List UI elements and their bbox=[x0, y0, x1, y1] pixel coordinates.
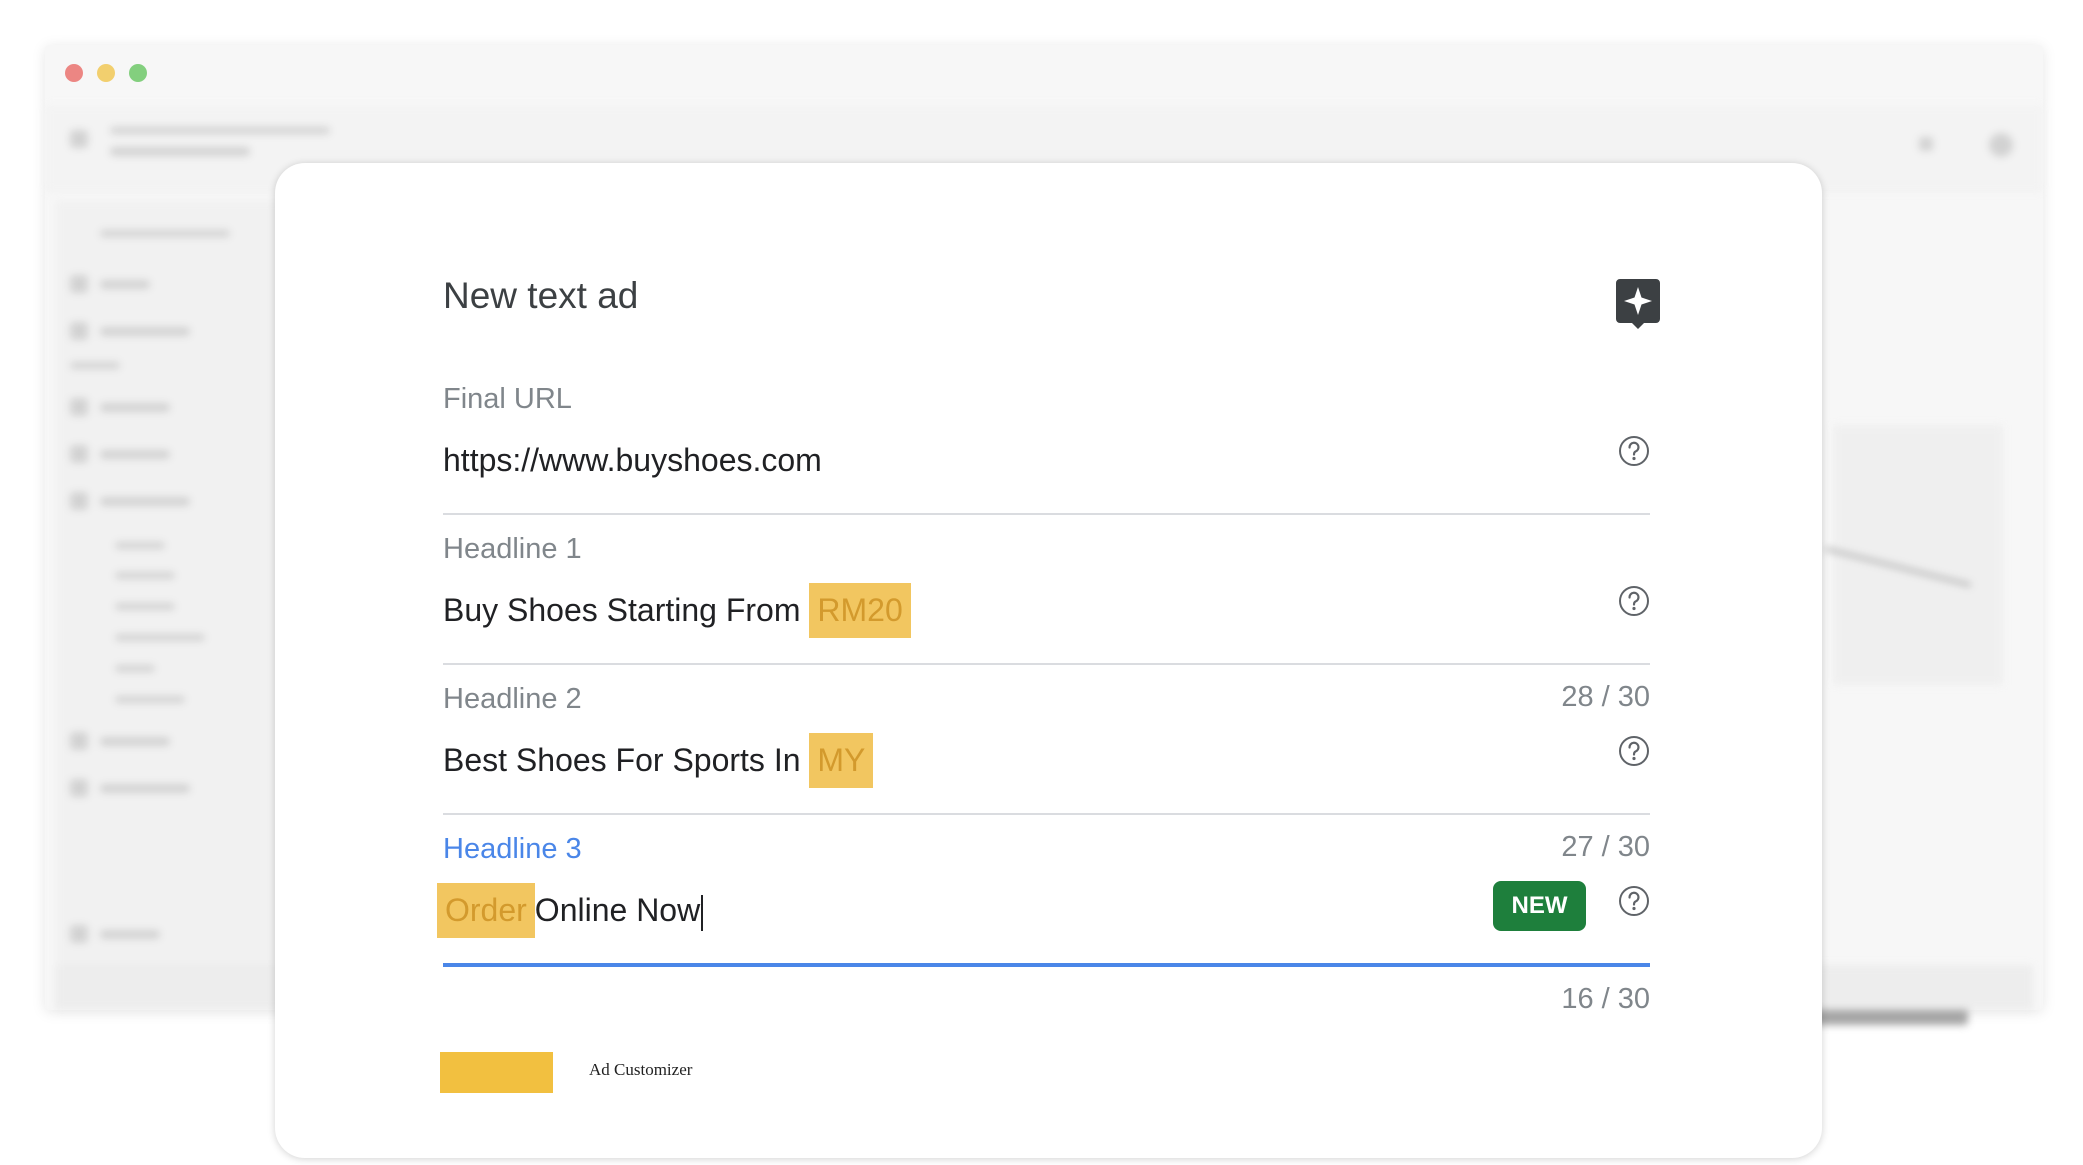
headline-1-input[interactable]: Buy Shoes Starting From RM20 bbox=[443, 583, 911, 638]
background-nav-item bbox=[100, 327, 190, 336]
final-url-input[interactable]: https://www.buyshoes.com bbox=[443, 433, 822, 488]
headline-3-input[interactable]: Order Online Now bbox=[437, 883, 704, 938]
headline-2-text: Best Shoes For Sports In bbox=[443, 742, 810, 778]
window-minimize-button[interactable] bbox=[97, 64, 115, 82]
background-nav-icon bbox=[70, 322, 88, 340]
background-nav-icon bbox=[70, 732, 88, 750]
background-nav-icon bbox=[70, 398, 88, 416]
background-bell-icon bbox=[1919, 137, 1933, 151]
background-nav-icon bbox=[70, 492, 88, 510]
background-nav-subitem bbox=[115, 696, 185, 703]
headline-2-underline bbox=[443, 813, 1650, 815]
final-url-label: Final URL bbox=[443, 383, 572, 415]
background-nav-icon bbox=[70, 275, 88, 293]
background-breadcrumb bbox=[110, 127, 330, 134]
new-badge[interactable]: NEW bbox=[1493, 881, 1586, 931]
window-close-button[interactable] bbox=[65, 64, 83, 82]
background-nav-item bbox=[100, 497, 190, 506]
background-nav-item bbox=[100, 737, 170, 746]
background-nav-subitem bbox=[115, 665, 155, 672]
headline-2-input[interactable]: Best Shoes For Sports In MY bbox=[443, 733, 874, 788]
headline-2-customizer: MY bbox=[809, 733, 874, 788]
background-nav-item bbox=[100, 930, 160, 939]
background-search bbox=[100, 230, 230, 237]
background-nav-icon bbox=[70, 925, 88, 943]
background-nav-subitem bbox=[115, 634, 205, 641]
help-icon[interactable] bbox=[1618, 435, 1650, 467]
background-nav-item bbox=[100, 450, 170, 459]
headline-3-text: Online Now bbox=[534, 892, 701, 928]
background-nav-item bbox=[100, 403, 170, 412]
headline-1-label: Headline 1 bbox=[443, 533, 582, 565]
background-view-title bbox=[110, 147, 250, 156]
ad-customizer-legend-label: Ad Customizer bbox=[589, 1060, 693, 1079]
help-icon[interactable] bbox=[1618, 885, 1650, 917]
text-cursor bbox=[701, 894, 704, 931]
background-nav-subitem bbox=[115, 603, 175, 610]
headline-3-underline-focused bbox=[443, 963, 1650, 967]
sparkle-icon[interactable] bbox=[1615, 278, 1661, 330]
window-maximize-button[interactable] bbox=[129, 64, 147, 82]
background-nav-icon bbox=[70, 779, 88, 797]
background-avatar bbox=[1989, 133, 2013, 157]
background-nav-subitem bbox=[115, 572, 175, 579]
background-logo-icon bbox=[70, 130, 88, 148]
headline-1-char-counter: 28 / 30 bbox=[1561, 681, 1650, 713]
headline-1-underline bbox=[443, 663, 1650, 665]
final-url-underline bbox=[443, 513, 1650, 515]
headline-3-customizer: Order bbox=[437, 883, 535, 938]
headline-3-label: Headline 3 bbox=[443, 833, 582, 865]
headline-1-customizer: RM20 bbox=[809, 583, 911, 638]
final-url-value: https://www.buyshoes.com bbox=[443, 442, 822, 478]
dialog-title: New text ad bbox=[443, 275, 639, 316]
background-nav-section bbox=[70, 362, 120, 369]
ad-customizer-legend-swatch bbox=[440, 1052, 553, 1093]
background-nav-subitem bbox=[115, 542, 165, 549]
headline-1-text: Buy Shoes Starting From bbox=[443, 592, 810, 628]
help-icon[interactable] bbox=[1618, 735, 1650, 767]
headline-2-label: Headline 2 bbox=[443, 683, 582, 715]
background-sidebar bbox=[55, 200, 305, 990]
background-nav-item bbox=[100, 784, 190, 793]
headline-2-char-counter: 27 / 30 bbox=[1561, 831, 1650, 863]
background-nav-item bbox=[100, 280, 150, 289]
headline-3-char-counter: 16 / 30 bbox=[1561, 983, 1650, 1015]
background-nav-icon bbox=[70, 445, 88, 463]
help-icon[interactable] bbox=[1618, 585, 1650, 617]
new-text-ad-dialog: New text ad Final URL https://www.buysho… bbox=[275, 163, 1822, 1158]
